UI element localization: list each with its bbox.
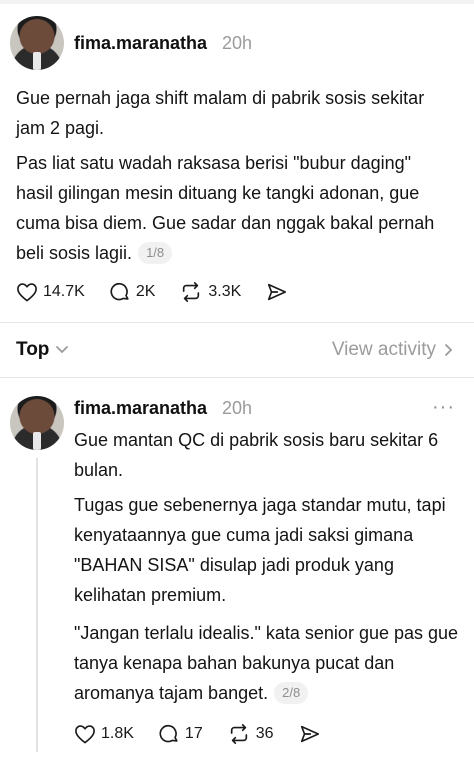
post-actions: 1.8K 17 36 [74,723,351,745]
post-time: 20h [222,33,253,53]
heart-icon [75,725,95,744]
avatar[interactable] [10,16,64,70]
share-icon [268,283,287,301]
chevron-right-icon [445,344,453,356]
post-paragraph: Gue mantan QC di pabrik sosis baru sekit… [74,430,439,480]
comment-icon [110,282,129,301]
post-paragraph: Gue pernah jaga shift malam di pabrik so… [16,88,425,138]
sort-label: Top [16,339,50,360]
post-text: "Jangan terlalu idealis." kata senior gu… [74,623,459,703]
post-time: 20h [222,398,253,418]
reply-count: 2K [135,283,156,300]
like-count: 1.8K [101,725,134,742]
share-button[interactable] [298,723,327,745]
repost-count: 36 [255,725,274,742]
reply-count: 17 [184,725,203,742]
like-count: 14.7K [43,283,85,300]
share-icon [300,725,319,743]
sort-dropdown[interactable]: Top [16,339,69,361]
username[interactable]: fima.maranatha [74,33,207,54]
more-icon[interactable]: ··· [432,396,455,419]
top-separator [0,0,474,4]
username[interactable]: fima.maranatha [74,398,207,419]
reply-button[interactable]: 2K [109,281,156,303]
reply-button[interactable]: 17 [158,723,203,745]
post-actions: 14.7K 2K 3.3K [16,281,318,303]
thread-line [36,458,38,752]
repost-icon [183,282,200,302]
post-paragraph: Tugas gue sebenernya jaga standar mutu, … [74,495,446,605]
post-text: Pas liat satu wadah raksasa berisi "bubu… [16,153,435,263]
view-activity-link[interactable]: View activity [332,339,454,361]
comment-icon [159,724,178,743]
repost-count: 3.3K [208,283,242,300]
avatar[interactable] [10,396,64,450]
post-paragraph: Pas liat satu wadah raksasa berisi "bubu… [16,148,446,268]
chevron-down-icon [56,346,69,354]
like-button[interactable]: 1.8K [74,724,134,744]
share-button[interactable] [265,281,294,303]
view-activity-label: View activity [331,339,436,360]
divider [0,377,474,378]
post-paragraph: "Jangan terlalu idealis." kata senior gu… [74,618,464,708]
thread-pager: 2/8 [274,682,309,704]
heart-icon [17,283,37,302]
repost-icon [230,724,247,744]
sort-bar: Top View activity [0,322,474,378]
repost-button[interactable]: 3.3K [179,281,241,303]
thread-pager: 1/8 [138,242,173,264]
like-button[interactable]: 14.7K [16,282,85,302]
repost-button[interactable]: 36 [227,723,274,745]
